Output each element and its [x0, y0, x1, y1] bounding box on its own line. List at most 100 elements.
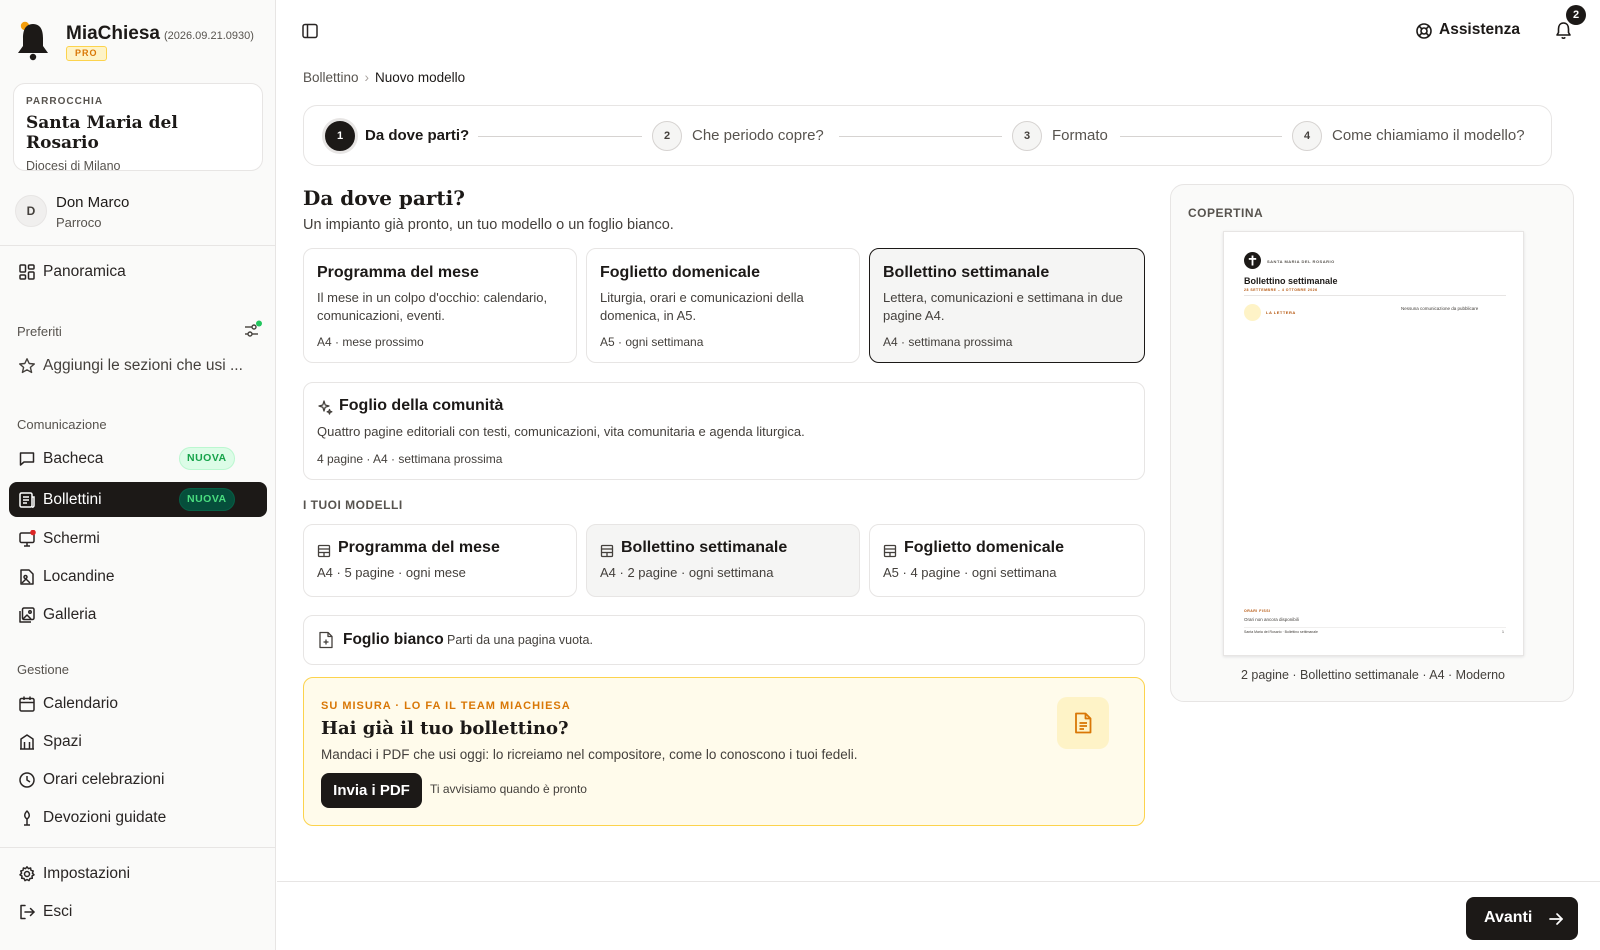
user-role: Parroco: [56, 215, 102, 230]
user-profile[interactable]: D Don Marco Parroco: [13, 193, 263, 237]
step-label: Come chiamiamo il modello?: [1332, 127, 1525, 144]
my-model-card[interactable]: Foglietto domenicale A5 · 4 pagine · ogn…: [869, 524, 1145, 597]
letter-avatar: [1244, 304, 1261, 321]
custom-title: Hai già il tuo bollettino?: [321, 718, 569, 739]
breadcrumb-parent[interactable]: Bollettino: [303, 70, 359, 85]
my-model-card[interactable]: Programma del mese A4 · 5 pagine · ogni …: [303, 524, 577, 597]
app-name-text: MiaChiesa: [66, 23, 160, 44]
document-icon: [1057, 697, 1109, 749]
breadcrumb: Bollettino › Nuovo modello: [303, 70, 465, 85]
step-label: Formato: [1052, 127, 1108, 144]
file-plus-icon: [318, 631, 334, 649]
footer-divider: [277, 881, 1600, 882]
card-meta: 4 pagine · A4 · settimana prossima: [317, 452, 503, 466]
cover-preview-page: SANTA MARIA DEL ROSARIO Bollettino setti…: [1223, 231, 1524, 656]
preview-label: COPERTINA: [1188, 206, 1264, 220]
section-title: Da dove parti?: [303, 186, 465, 210]
next-button[interactable]: Avanti: [1466, 897, 1578, 940]
sidebar-item-calendar[interactable]: Calendario: [9, 686, 267, 721]
card-title: Bollettino settimanale: [883, 264, 1050, 281]
card-description: Il mese in un colpo d'occhio: calendario…: [317, 290, 548, 323]
preview-dates: 28 SETTEMBRE – 4 OTTOBRE 2026: [1244, 288, 1318, 292]
template-card-weekly[interactable]: Bollettino settimanale Lettera, comunica…: [869, 248, 1145, 363]
sidebar-item-schedules[interactable]: Orari celebrazioni: [9, 762, 267, 797]
template-card-community[interactable]: Foglio della comunità Quattro pagine edi…: [303, 382, 1145, 480]
section-subtitle: Un impianto già pronto, un tuo modello o…: [303, 217, 674, 233]
main-area: Assistenza 2 Bollettino › Nuovo modello 1D…: [277, 0, 1600, 950]
layout-icon: [883, 544, 897, 558]
sidebar-item-settings[interactable]: Impostazioni: [9, 856, 267, 891]
divider: [1244, 627, 1506, 628]
step-label: Che periodo copre?: [692, 127, 824, 144]
card-title: Foglio della comunità: [339, 397, 504, 414]
logout-icon: [18, 903, 36, 921]
sidebar-item-screens[interactable]: Schermi: [9, 521, 267, 556]
card-title: Bollettino settimanale: [621, 539, 788, 556]
section-communication: Comunicazione: [17, 417, 107, 432]
sidebar-item-label: Orari celebrazioni: [43, 771, 165, 788]
cover-preview-panel: COPERTINA SANTA MARIA DEL ROSARIO Bollet…: [1170, 184, 1574, 702]
sidebar-item-logout[interactable]: Esci: [9, 894, 267, 929]
sidebar-item-bulletins[interactable]: Bollettini NUOVA: [9, 482, 267, 517]
my-model-card[interactable]: Bollettino settimanale A4 · 2 pagine · o…: [586, 524, 860, 597]
template-card-monthly[interactable]: Programma del mese Il mese in un colpo d…: [303, 248, 577, 363]
preview-parish: SANTA MARIA DEL ROSARIO: [1267, 259, 1335, 264]
new-badge: NUOVA: [179, 447, 235, 470]
preview-caption: 2 pagine · Bollettino settimanale · A4 ·…: [1240, 668, 1506, 682]
app-version: (2026.09.21.0930): [163, 30, 254, 42]
step-number: 3: [1012, 121, 1042, 151]
grid-icon: [18, 263, 36, 281]
sidebar-item-label: Aggiungi le sezioni che usi ...: [43, 357, 243, 374]
sidebar-toggle-icon[interactable]: [301, 22, 319, 40]
notification-bell-icon[interactable]: [1554, 21, 1573, 40]
layout-icon: [600, 544, 614, 558]
sidebar-item-posters[interactable]: Locandine: [9, 559, 267, 594]
custom-note: Ti avvisiamo quando è pronto: [430, 782, 587, 796]
candle-icon: [18, 809, 36, 827]
my-models-label: I TUOI MODELLI: [303, 498, 403, 512]
bell-logo-icon: [16, 20, 50, 62]
card-meta: A5 · ogni settimana: [600, 335, 704, 349]
calendar-icon: [18, 695, 36, 713]
sidebar: MiaChiesa (2026.09.21.0930) PRO PARROCCHI…: [0, 0, 276, 950]
step-number: 1: [325, 121, 355, 151]
step-number: 2: [652, 121, 682, 151]
card-meta: A4 · 5 pagine · ogni mese: [317, 565, 466, 580]
parish-card[interactable]: PARROCCHIA Santa Maria del Rosario Dioce…: [13, 83, 263, 173]
step-connector: [839, 136, 1002, 137]
brand[interactable]: MiaChiesa (2026.09.21.0930) PRO: [16, 20, 266, 64]
sidebar-item-label: Spazi: [43, 733, 82, 750]
sidebar-item-spaces[interactable]: Spazi: [9, 724, 267, 759]
sidebar-item-overview[interactable]: Panoramica: [9, 254, 267, 289]
preview-title: Bollettino settimanale: [1244, 276, 1338, 286]
sidebar-item-label: Panoramica: [43, 263, 126, 280]
next-label: Avanti: [1484, 909, 1533, 926]
user-name: Don Marco: [56, 194, 130, 211]
send-pdf-button[interactable]: Invia i PDF: [321, 773, 422, 808]
sidebar-item-gallery[interactable]: Galleria: [9, 597, 267, 632]
star-icon: [18, 357, 36, 375]
sidebar-item-label: Schermi: [43, 530, 100, 547]
step-connector: [478, 136, 642, 137]
card-description: Parti da una pagina vuota.: [447, 633, 593, 647]
custom-request-card: SU MISURA · LO FA IL TEAM MIACHIESA Hai …: [303, 677, 1145, 826]
card-title: Foglietto domenicale: [904, 539, 1065, 556]
blank-page-card[interactable]: Foglio bianco Parti da una pagina vuota.: [303, 615, 1145, 665]
divider: [1244, 295, 1506, 296]
custom-description: Mandaci i PDF che usi oggi: lo ricreiamo…: [321, 747, 858, 762]
card-meta: A4 · 2 pagine · ogni settimana: [600, 565, 774, 580]
card-title: Foglio bianco: [343, 631, 444, 648]
step-number: 4: [1292, 121, 1322, 151]
divider: [0, 245, 276, 246]
sidebar-item-add-favorites[interactable]: Aggiungi le sezioni che usi ...: [9, 348, 267, 383]
sidebar-item-label: Bacheca: [43, 450, 104, 467]
favorites-settings-icon[interactable]: [243, 320, 263, 340]
preview-page-number: 1: [1502, 630, 1504, 634]
poster-icon: [18, 568, 36, 586]
parish-label: PARROCCHIA: [26, 96, 104, 107]
template-card-sunday[interactable]: Foglietto domenicale Liturgia, orari e c…: [586, 248, 860, 363]
sidebar-item-devotions[interactable]: Devozioni guidate: [9, 800, 267, 835]
sidebar-item-board[interactable]: Bacheca NUOVA: [9, 441, 267, 476]
avatar: D: [15, 195, 47, 227]
section-favorites: Preferiti: [17, 324, 62, 339]
